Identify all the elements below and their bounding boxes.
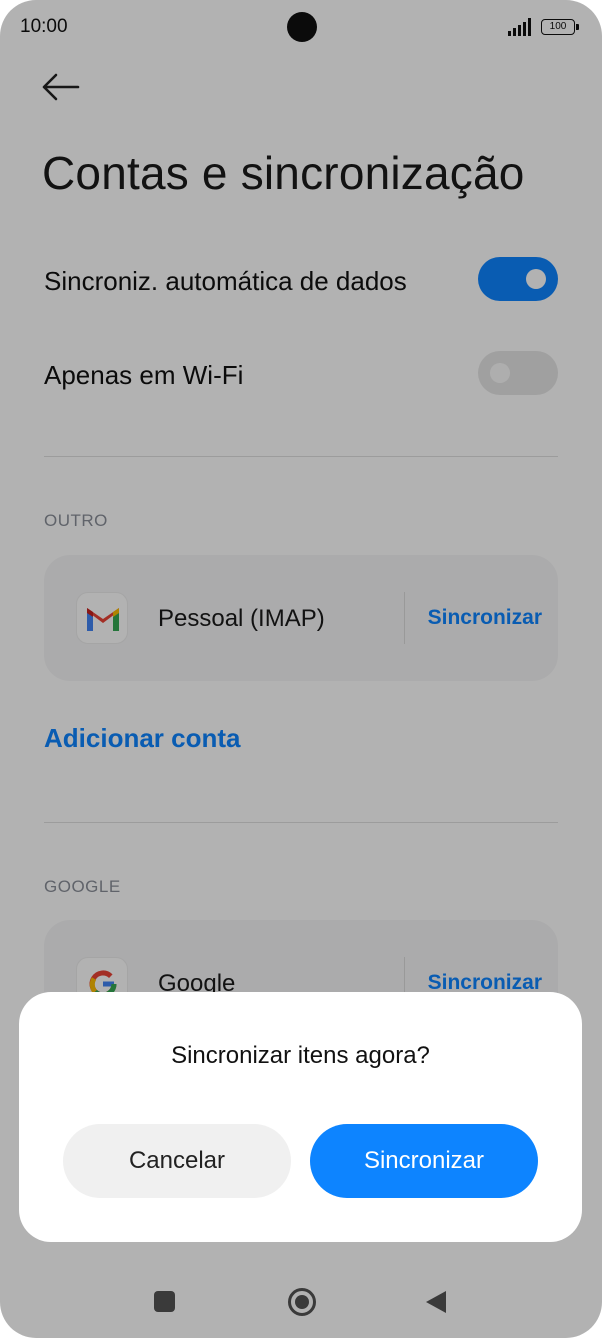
confirm-sync-button[interactable]: Sincronizar — [310, 1124, 538, 1198]
triangle-back-icon[interactable] — [424, 1289, 448, 1315]
phone-screen: 10:00 100 Contas e sincronização Sincron… — [0, 0, 602, 1338]
dialog-title: Sincronizar itens agora? — [171, 1042, 430, 1069]
square-icon[interactable] — [154, 1291, 175, 1312]
sync-dialog: Sincronizar itens agora? Cancelar Sincro… — [19, 992, 582, 1242]
home-circle-icon[interactable] — [287, 1287, 317, 1317]
cancel-button[interactable]: Cancelar — [63, 1124, 291, 1198]
